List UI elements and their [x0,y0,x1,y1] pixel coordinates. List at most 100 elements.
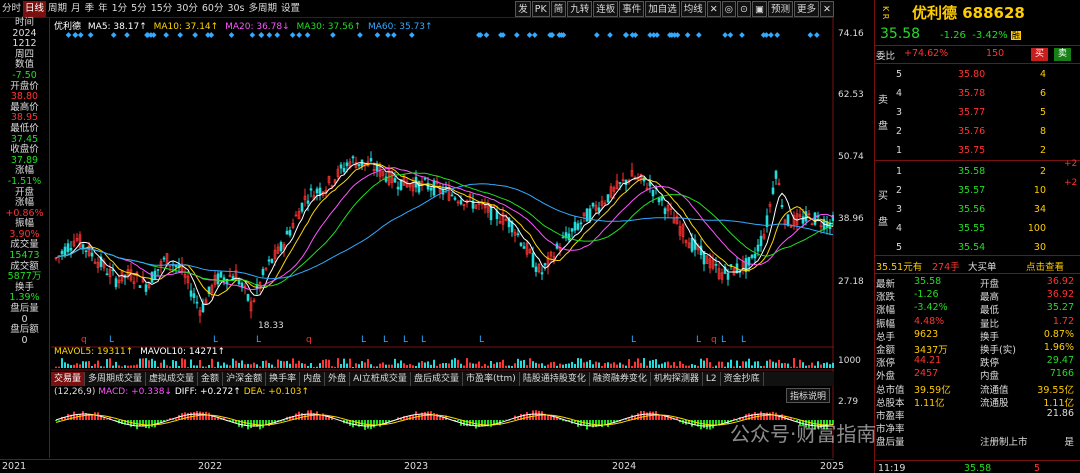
toolbar-tool[interactable]: 简 [550,0,567,17]
toolbar-item[interactable]: 季 [83,1,97,17]
indicator-tab[interactable]: 市盈率(ttm) [463,372,520,386]
view-link[interactable]: 点击查看 [1026,259,1064,273]
volume-bar [265,360,267,368]
toolbar-item[interactable]: 年 [96,1,110,17]
volume-bar [418,362,420,368]
toolbar-tool[interactable]: 九转 [567,0,593,17]
legend-ma30: MA30: 37.56↑ [296,22,362,32]
volume-bar [322,359,324,368]
macd-bar [373,420,375,428]
indicator-tab[interactable]: 沪深金额 [223,372,267,386]
toolbar-tool[interactable]: PK [531,0,550,17]
volume-bar [709,362,711,368]
toolbar-tool[interactable]: ◎ [721,0,737,17]
volume-bar [127,365,129,368]
toolbar-item[interactable]: 15分 [149,1,175,17]
toolbar-tool[interactable]: 连板 [593,0,619,17]
volume-bar [61,358,63,368]
tick-footer: 11:19 35.58 5 [878,463,1041,473]
indicator-tab[interactable]: 换手率 [266,372,301,386]
volume-bar [79,364,81,368]
toolbar-item[interactable]: 1分 [110,1,130,17]
candle-body [189,290,193,297]
volume-bar [493,363,495,368]
indicator-tab[interactable]: 金额 [198,372,224,386]
volume-bar [688,365,690,368]
toolbar-tool[interactable]: 更多 [794,0,820,17]
event-flag: L [213,335,218,345]
volume-bar [412,365,414,368]
candle-body [519,242,523,246]
indicator-tab[interactable]: AI立桩成交量 [350,372,411,386]
toolbar-tool[interactable]: ▣ [752,0,767,17]
indicator-tab[interactable]: 多周期成交量 [85,372,147,386]
buy-button[interactable]: 买 [1031,48,1049,61]
toolbar-tool[interactable]: 加自选 [645,0,680,17]
volume-bar [715,365,717,368]
macd-bar [661,415,663,420]
toolbar-tool[interactable]: 预测 [768,0,794,17]
indicator-tab[interactable]: 融资融券变化 [590,372,651,386]
candle-body [267,259,271,262]
candle-body [606,194,610,203]
toolbar-item[interactable]: 分时 [0,1,23,17]
candle-body [450,194,454,197]
toolbar-item[interactable]: 30s [225,1,246,17]
toolbar-item[interactable]: 周期 [46,1,69,17]
indicator-tab[interactable]: 机构探测器 [651,372,703,386]
volume-bar [337,358,339,368]
toolbar-tool[interactable]: ✕ [820,0,834,17]
indicator-tab[interactable]: 陆股通持股变化 [520,372,590,386]
toolbar-item[interactable]: 月 [69,1,83,17]
candle-body [69,247,73,251]
macd-bar [103,418,105,420]
toolbar-tool[interactable]: 均线 [680,0,706,17]
volume-bar [268,363,270,368]
indicator-tabs: 交易量 多周期成交量 虚拟成交量 金额 沪深金额 换手率 内盘 外盘 AI立桩成交量 盘后成交量市… [51,372,834,386]
toolbar-tool[interactable]: 发 [515,0,531,17]
macd-bar [490,420,492,427]
candle-body [714,264,718,266]
indicator-tab[interactable]: 盘后成交量 [411,372,463,386]
volume-bar [106,359,108,368]
toolbar-item[interactable]: 多周期 [247,1,280,17]
candle-body [201,303,205,313]
toolbar-item[interactable]: 日线 [23,0,47,17]
indicator-tab[interactable]: 资金抄底 [721,372,764,386]
bid-level: 1 35.58 2 [896,166,1046,177]
legend-ma20: MA20: 36.78↓ [225,22,290,32]
macd-bar [601,420,603,428]
volume-bar [334,366,336,368]
volume-bar [796,366,798,368]
volume-bar [247,363,249,368]
toolbar-item[interactable]: 设置 [279,1,302,17]
toolbar-item[interactable]: 30分 [174,1,200,17]
sell-button[interactable]: 卖 [1054,48,1072,61]
indicator-tab[interactable]: 虚拟成交量 [146,372,199,386]
toolbar-tool[interactable]: ✕ [706,0,721,17]
indicator-tab[interactable]: 内盘 [300,372,326,386]
indicator-help-button[interactable]: 指标说明 [786,388,831,403]
volume-bar [478,361,480,368]
volume-bar [664,362,666,368]
toolbar-tool[interactable]: ⊙ [737,0,752,17]
volume-bar [373,366,375,368]
macd-bar [316,411,318,420]
macd-bar [148,420,150,429]
volume-bar [64,362,66,368]
macd-bar [301,412,303,420]
toolbar-item[interactable]: 60分 [200,1,226,17]
volume-bar [436,365,438,368]
indicator-tab[interactable]: 交易量 [51,372,86,386]
candle-body [84,250,88,253]
toolbar-tool[interactable]: 事件 [619,0,645,17]
mavol5: MAVOL5: 19311↑ [54,347,134,357]
indicator-tab[interactable]: L2 [703,372,721,386]
indicator-tab[interactable]: 外盘 [325,372,351,386]
year-label: 2025 [820,461,845,472]
toolbar-item[interactable]: 5分 [129,1,149,17]
volume-bar [718,361,720,368]
candle-body [453,197,457,200]
macd-bar [586,420,588,430]
volume-bar [391,364,393,368]
